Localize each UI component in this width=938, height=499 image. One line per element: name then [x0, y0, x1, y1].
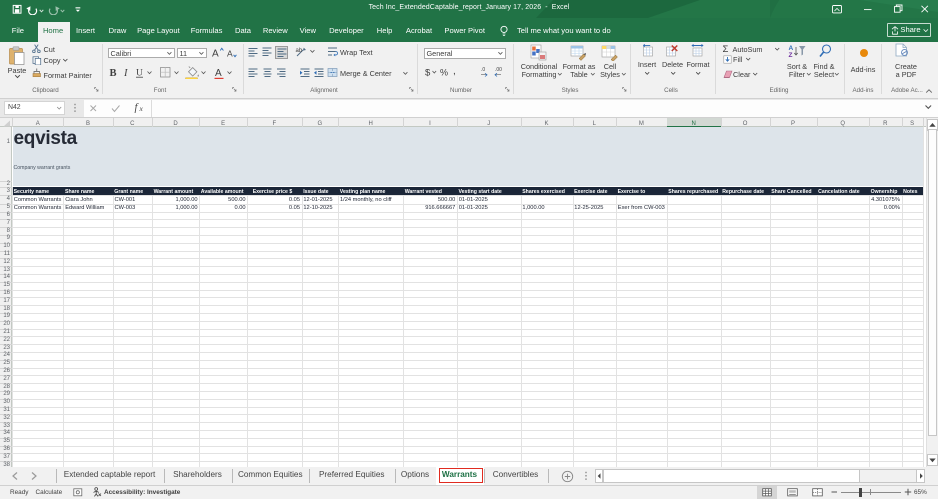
svg-text:A: A [215, 68, 222, 79]
svg-text:x: x [139, 104, 144, 113]
svg-text:,: , [453, 66, 456, 77]
svg-text:.00: .00 [495, 67, 502, 73]
svg-text:I: I [123, 68, 128, 79]
svg-text:Z: Z [789, 52, 793, 58]
svg-text:.0: .0 [481, 67, 485, 73]
svg-text:$: $ [425, 68, 431, 79]
svg-text:B: B [110, 68, 117, 79]
svg-text:A: A [227, 49, 233, 59]
svg-text:Σ: Σ [723, 44, 729, 53]
svg-text:A: A [212, 49, 219, 59]
svg-text:%: % [440, 68, 448, 78]
svg-text:A: A [789, 45, 794, 52]
svg-text:ab: ab [296, 48, 303, 54]
